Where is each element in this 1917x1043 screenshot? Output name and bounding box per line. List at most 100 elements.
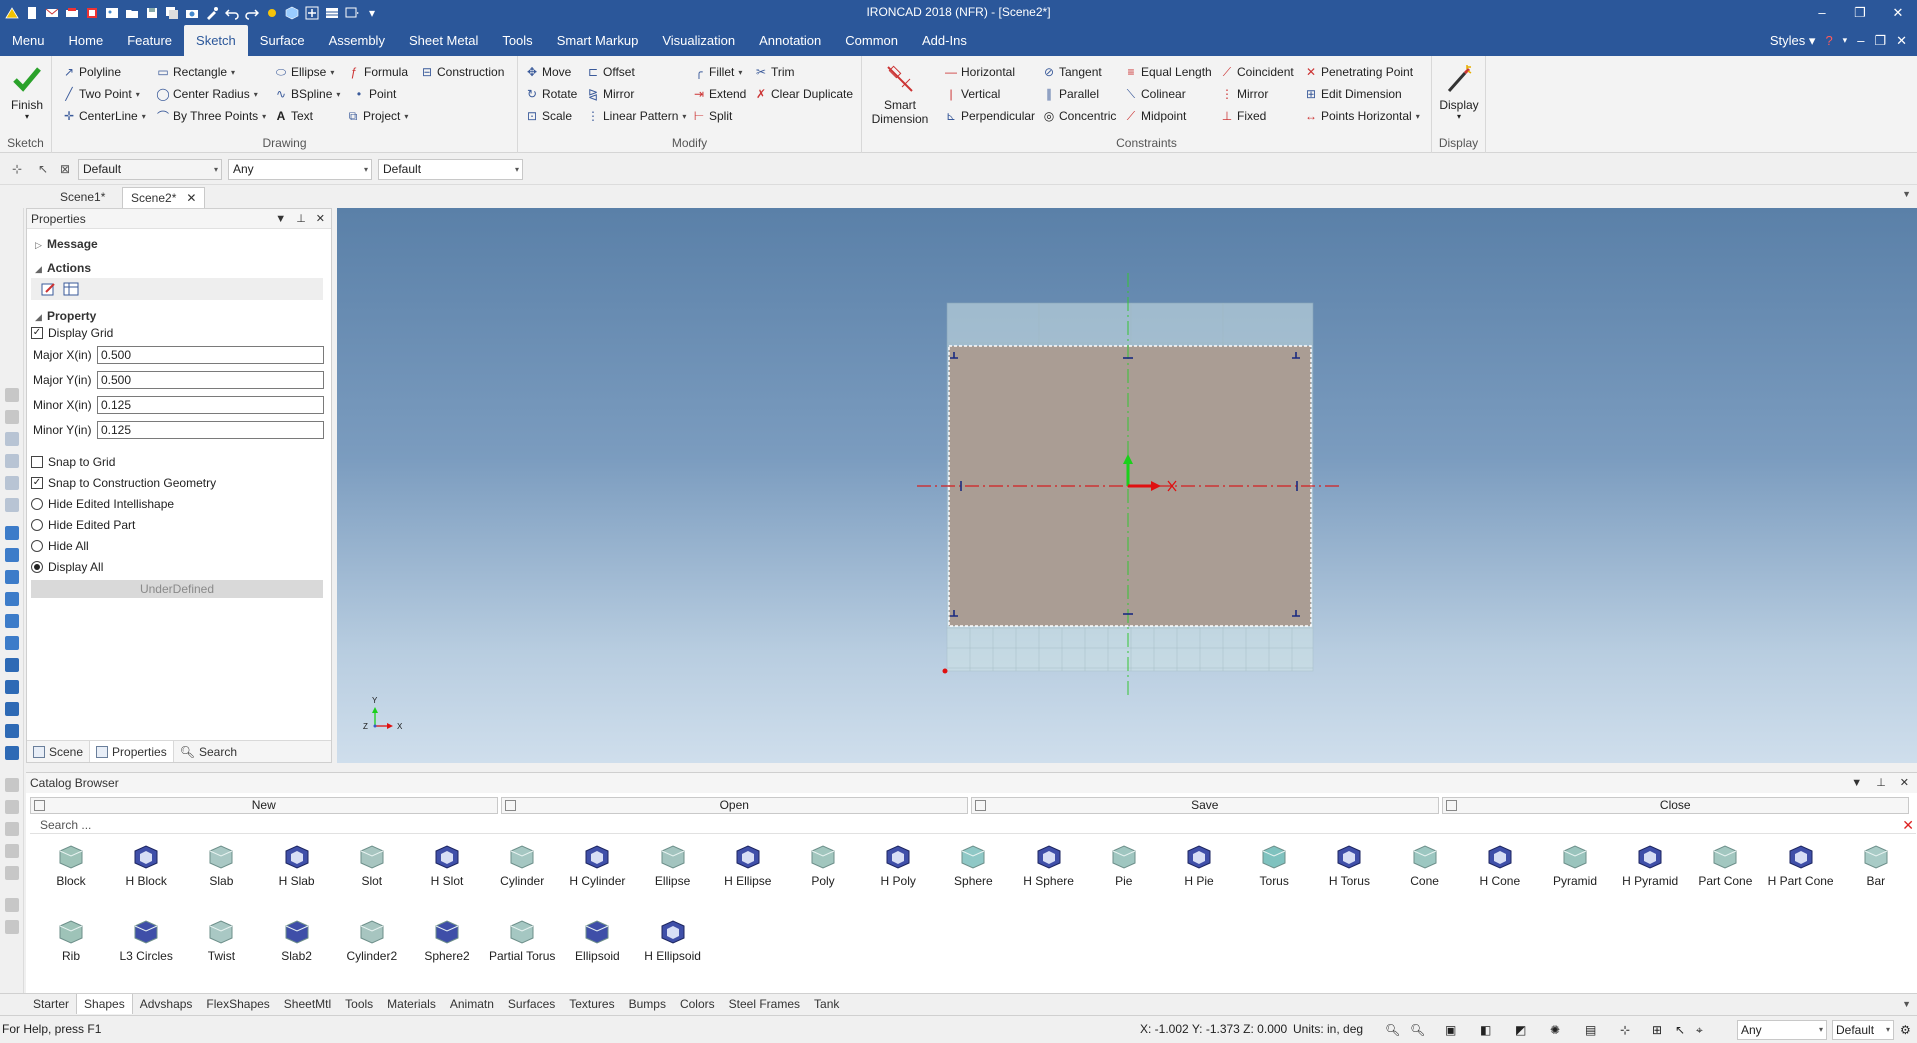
sun-icon[interactable] — [264, 5, 280, 21]
snap-construction-option[interactable]: ✓ Snap to Construction Geometry — [31, 476, 216, 490]
shape-h-part-cone[interactable]: H Part Cone — [1766, 843, 1836, 888]
tab-scene1[interactable]: Scene1* — [52, 187, 113, 208]
shape-ellipsoid[interactable]: Ellipsoid — [562, 918, 632, 963]
tab-sketch[interactable]: Sketch — [184, 25, 248, 56]
save-all-icon[interactable] — [164, 5, 180, 21]
triad-icon[interactable]: ⊹ — [1620, 1023, 1634, 1037]
scene-canvas[interactable]: Y Z X — [337, 208, 1917, 763]
section-actions[interactable]: ◢ Actions — [35, 261, 91, 275]
concentric-constraint-button[interactable]: ◎ Concentric — [1042, 106, 1117, 126]
tool-icon-12[interactable] — [5, 898, 19, 912]
shape-partial-torus[interactable]: Partial Torus — [487, 918, 557, 963]
catalog-tab-animatn[interactable]: Animatn — [443, 994, 501, 1014]
cube-view-icon-4[interactable] — [5, 592, 19, 606]
tab-sheet-metal[interactable]: Sheet Metal — [397, 25, 490, 56]
shape-h-ellipse[interactable]: H Ellipse — [713, 843, 783, 888]
shape-pyramid[interactable]: Pyramid — [1540, 843, 1610, 888]
catalog-tab-shapes[interactable]: Shapes — [76, 993, 133, 1014]
tool-icon-7[interactable] — [5, 778, 19, 792]
customize-icon[interactable]: ▾ — [364, 5, 380, 21]
centerline-button[interactable]: ✛ CenterLine ▾ — [62, 106, 146, 126]
tab-common[interactable]: Common — [833, 25, 910, 56]
hide-all-option[interactable]: Hide All — [31, 539, 89, 553]
fillet-button[interactable]: ╭ Fillet ▾ — [692, 62, 742, 82]
shape-sphere2[interactable]: Sphere2 — [412, 918, 482, 963]
tab-smart-markup[interactable]: Smart Markup — [545, 25, 651, 56]
by-three-points-button[interactable]: ⌒ By Three Points ▾ — [156, 106, 266, 126]
undo-icon[interactable] — [224, 5, 240, 21]
shape-cylinder[interactable]: Cylinder — [487, 843, 557, 888]
tool-icon-6[interactable] — [5, 498, 19, 512]
shape-pie[interactable]: Pie — [1089, 843, 1159, 888]
select-filter-icon[interactable]: ⊞ — [1652, 1023, 1666, 1037]
cube-view-icon-8[interactable] — [5, 680, 19, 694]
shape-block[interactable]: Block — [36, 843, 106, 888]
offset-button[interactable]: ⊏ Offset — [586, 62, 635, 82]
edit-action-icon[interactable] — [41, 281, 57, 297]
tool-icon-10[interactable] — [5, 844, 19, 858]
tab-search[interactable]: 🔍︎ Search — [174, 741, 243, 762]
catalog-new-button[interactable]: New — [30, 797, 498, 814]
tabs-dropdown-icon[interactable]: ▼ — [1902, 189, 1911, 199]
cube-view-icon-9[interactable] — [5, 702, 19, 716]
move-button[interactable]: ✥ Move — [525, 62, 571, 82]
open-folder-icon[interactable] — [124, 5, 140, 21]
rotate-button[interactable]: ↻ Rotate — [525, 84, 577, 104]
cursor-mode-icon[interactable]: ⌖ — [1696, 1023, 1710, 1037]
restore-icon[interactable]: ❐ — [1841, 0, 1879, 25]
tab-add-ins[interactable]: Add-Ins — [910, 25, 979, 56]
finish-button[interactable]: Finish ▾ — [2, 60, 52, 121]
catalog-pin-icon[interactable]: ⊥ — [1876, 773, 1886, 793]
shape-sphere[interactable]: Sphere — [938, 843, 1008, 888]
help-icon[interactable]: ? — [1825, 33, 1832, 48]
shape-h-cylinder[interactable]: H Cylinder — [562, 843, 632, 888]
catalog-search-input[interactable]: Search ... ✕ — [30, 817, 1916, 834]
shape-h-sphere[interactable]: H Sphere — [1014, 843, 1084, 888]
catalog-tab-tools[interactable]: Tools — [338, 994, 380, 1014]
pin-icon[interactable]: ⊥ — [296, 209, 306, 229]
cube-icon[interactable] — [284, 5, 300, 21]
save-icon[interactable] — [144, 5, 160, 21]
catalog-tabs-dropdown-icon[interactable]: ▼ — [1902, 999, 1911, 1009]
catalog-tab-bumps[interactable]: Bumps — [622, 994, 673, 1014]
display-button[interactable]: Display ▾ — [1434, 60, 1484, 121]
filter-select[interactable]: Any ▾ — [228, 159, 372, 180]
fixed-constraint-button[interactable]: ⊥ Fixed — [1220, 106, 1267, 126]
section-property[interactable]: ◢ Property — [35, 309, 96, 323]
rectangle-button[interactable]: ▭ Rectangle ▾ — [156, 62, 235, 82]
display-grid-checkbox[interactable]: ✓ — [31, 327, 43, 339]
display-all-option[interactable]: Display All — [31, 560, 103, 574]
points-horizontal-button[interactable]: ↔ Points Horizontal ▾ — [1304, 106, 1420, 126]
ellipse-button[interactable]: ⬭ Ellipse ▾ — [274, 62, 335, 82]
cube-view-icon-7[interactable] — [5, 658, 19, 672]
cube-view-icon-5[interactable] — [5, 614, 19, 628]
cube-view-icon-6[interactable] — [5, 636, 19, 650]
tab-tools[interactable]: Tools — [490, 25, 544, 56]
shape-h-torus[interactable]: H Torus — [1314, 843, 1384, 888]
smart-dimension-button[interactable]: Smart Dimension — [868, 60, 932, 126]
section-message[interactable]: ▷ Message — [35, 237, 98, 251]
panel-dropdown-icon[interactable]: ▼ — [275, 209, 286, 229]
parallel-constraint-button[interactable]: ∥ Parallel — [1042, 84, 1099, 104]
shape-cone[interactable]: Cone — [1390, 843, 1460, 888]
close-tab-icon[interactable]: ✕ — [186, 191, 196, 205]
cube-view-icon-1[interactable] — [5, 526, 19, 540]
view-cube-icon[interactable]: ▣ — [1445, 1023, 1459, 1037]
minor-y-input[interactable] — [97, 421, 324, 439]
new-icon[interactable] — [24, 5, 40, 21]
display-grid-option[interactable]: ✓ Display Grid — [31, 326, 113, 340]
text-button[interactable]: A Text — [274, 106, 313, 126]
shade-icon[interactable]: ◩ — [1515, 1023, 1529, 1037]
shape-h-slot[interactable]: H Slot — [412, 843, 482, 888]
catalog-save-button[interactable]: Save — [971, 797, 1439, 814]
tab-feature[interactable]: Feature — [115, 25, 184, 56]
clear-search-icon[interactable]: ✕ — [1902, 817, 1914, 833]
construction-button[interactable]: ⊟ Construction — [420, 62, 504, 82]
tool-icon-11[interactable] — [5, 866, 19, 880]
catalog-tab-advshaps[interactable]: Advshaps — [133, 994, 200, 1014]
catalog-tab-textures[interactable]: Textures — [562, 994, 621, 1014]
tool-icon-4[interactable] — [5, 454, 19, 468]
minor-x-input[interactable] — [97, 396, 324, 414]
export-icon[interactable] — [84, 5, 100, 21]
status-style-select[interactable]: Default ▾ — [1832, 1020, 1894, 1040]
